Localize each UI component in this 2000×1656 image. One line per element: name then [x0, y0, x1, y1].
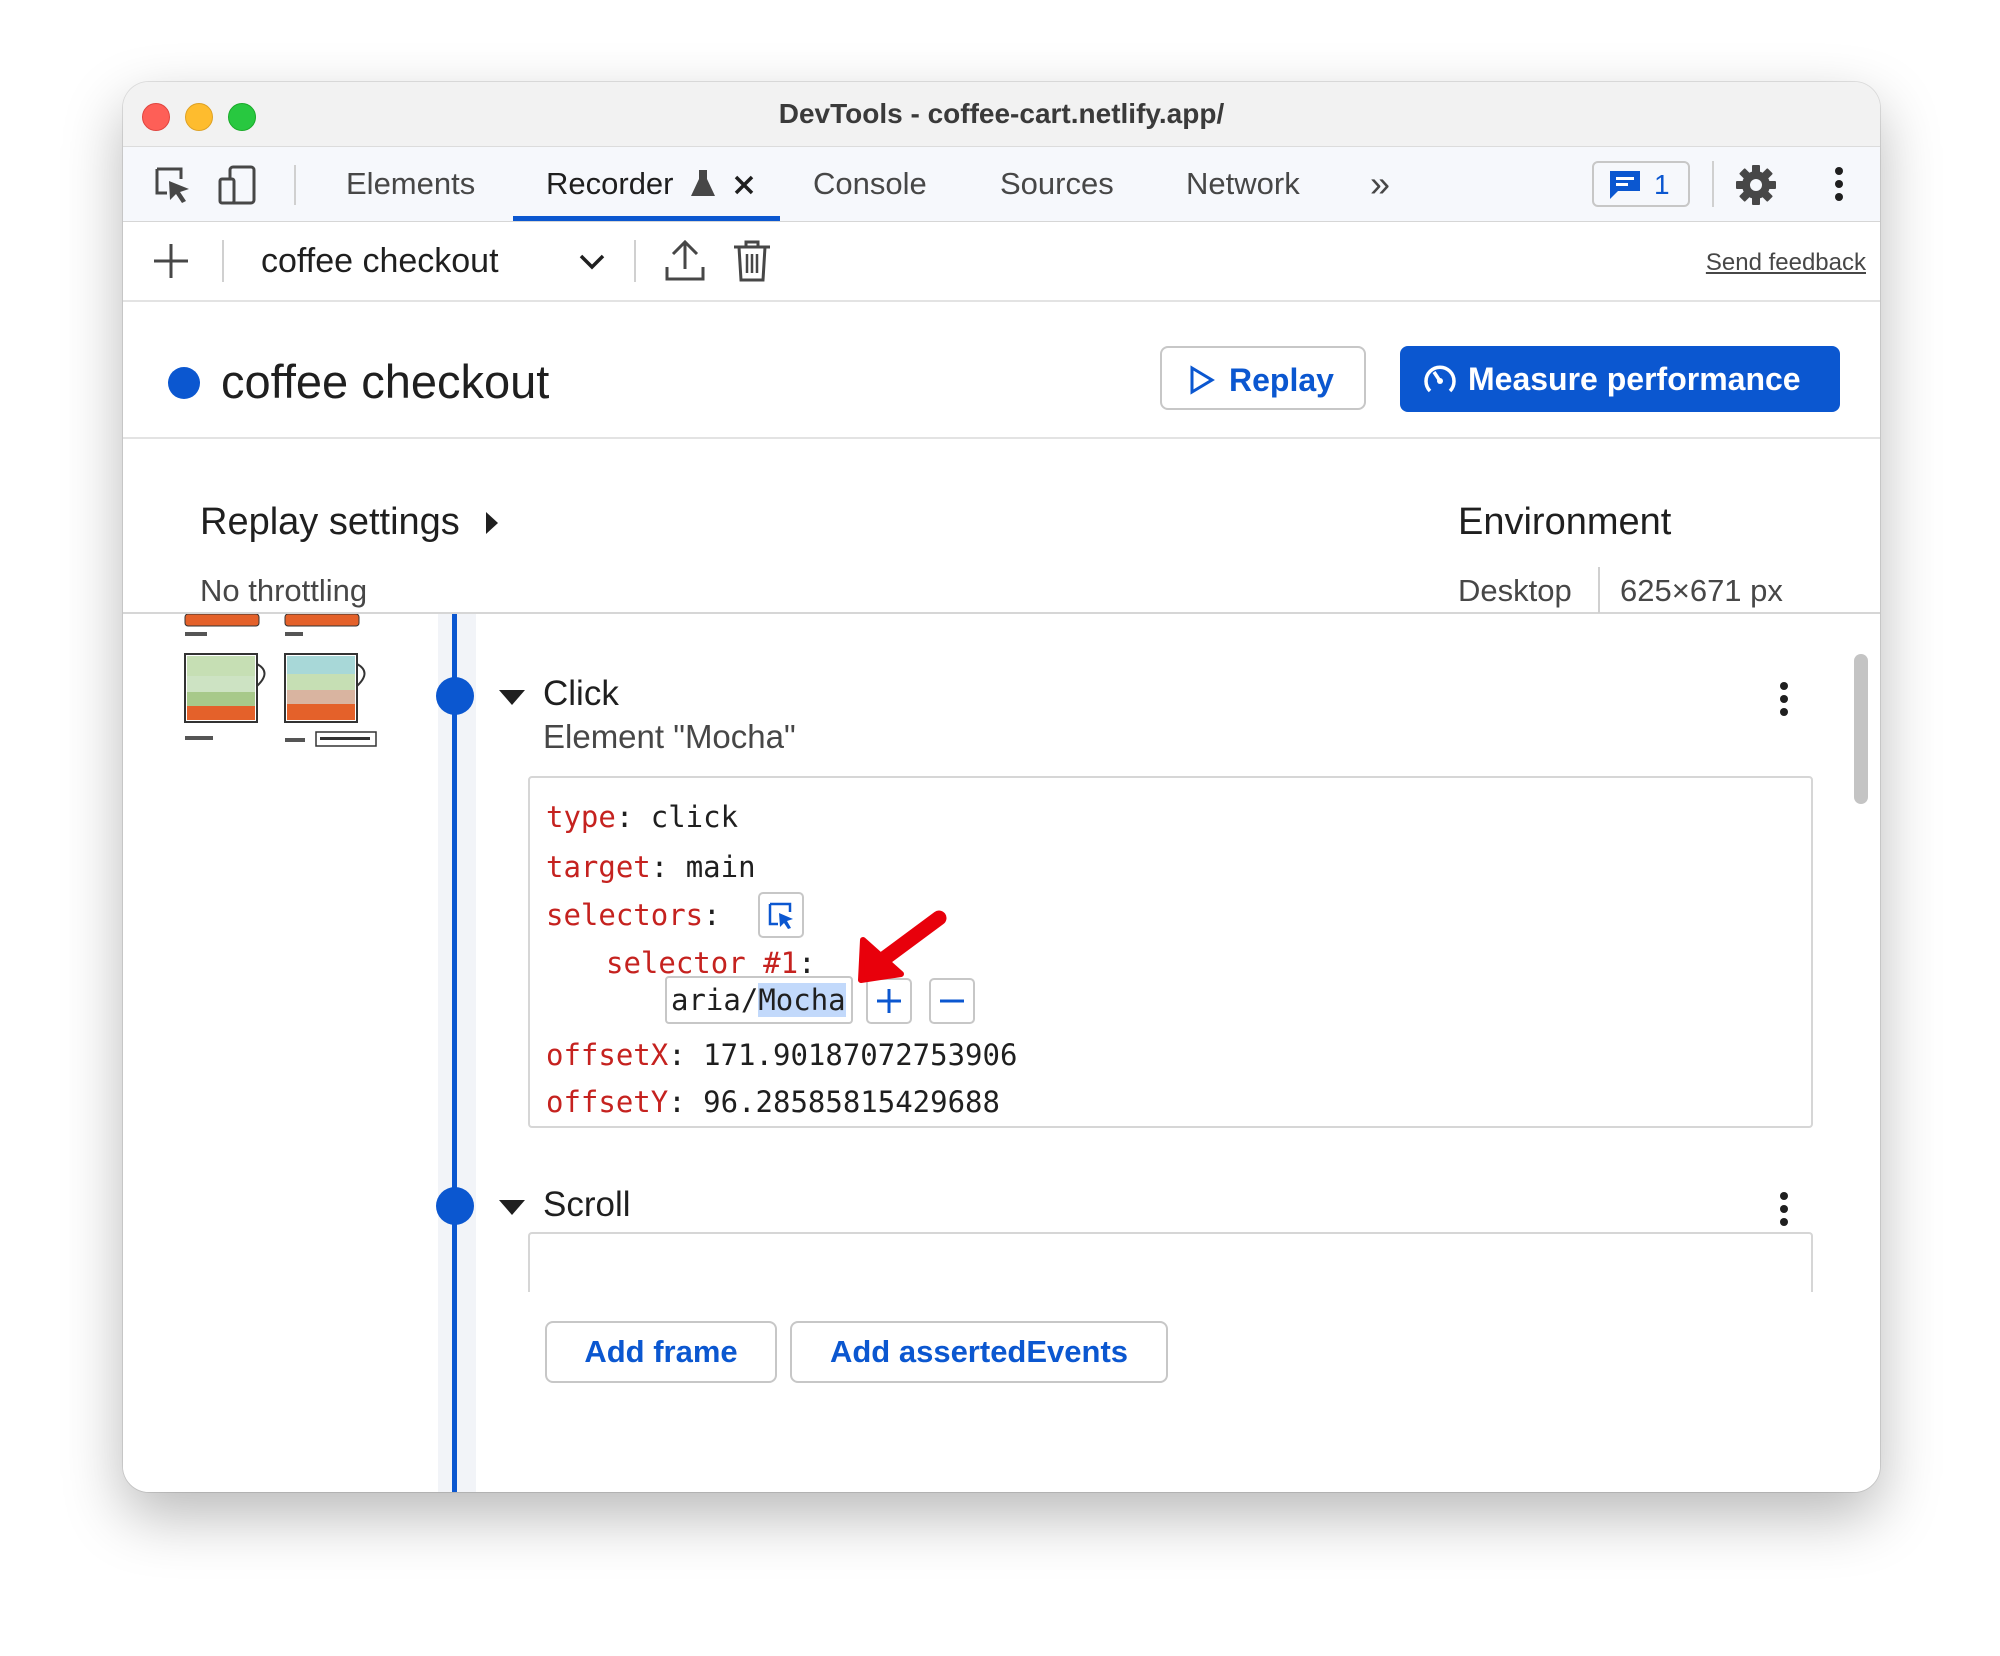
settings-gear-icon[interactable]: [1734, 163, 1778, 207]
step-node[interactable]: [436, 1187, 474, 1225]
tab-recorder-label: Recorder: [546, 166, 674, 201]
select-element-icon: [768, 902, 793, 929]
recording-status-dot: [168, 367, 200, 399]
environment-divider: [1598, 567, 1600, 613]
measure-performance-label: Measure performance: [1468, 361, 1801, 397]
replay-settings-title: Replay settings: [200, 501, 460, 543]
tab-network[interactable]: Network: [1186, 147, 1300, 221]
selector-input[interactable]: aria/Mocha: [665, 976, 853, 1024]
throttling-value: No throttling: [200, 573, 368, 608]
scrollbar-thumb[interactable]: [1854, 654, 1868, 804]
field-value[interactable]: click: [651, 800, 738, 834]
add-asserted-events-button[interactable]: Add assertedEvents: [790, 1321, 1168, 1383]
environment-device: Desktop: [1458, 573, 1572, 608]
close-tab-icon[interactable]: [733, 174, 755, 196]
replay-settings-section: Replay settings No throttling Environmen…: [123, 439, 1880, 614]
field-type[interactable]: type: click: [546, 800, 738, 834]
field-key: selector #1: [606, 946, 799, 980]
inspect-element-icon[interactable]: [151, 163, 195, 207]
selector-highlighted-text: Mocha: [758, 983, 846, 1017]
active-tab-indicator: [513, 216, 780, 221]
recording-header: coffee checkout Replay Measure performan…: [123, 302, 1880, 439]
measure-performance-button[interactable]: Measure performance: [1400, 346, 1840, 412]
field-target[interactable]: target: main: [546, 850, 756, 884]
performance-gauge-icon: [1424, 365, 1456, 393]
export-upload-icon[interactable]: [663, 239, 707, 283]
field-value[interactable]: main: [686, 850, 756, 884]
field-key: selectors: [546, 898, 704, 932]
device-toolbar-icon[interactable]: [216, 163, 260, 207]
issues-chat-icon: [1610, 171, 1640, 199]
step-title[interactable]: Scroll: [543, 1185, 631, 1225]
tab-recorder[interactable]: Recorder: [546, 147, 755, 221]
send-feedback-link[interactable]: Send feedback: [1706, 249, 1866, 277]
expand-triangle-icon: [486, 512, 499, 534]
recording-title[interactable]: coffee checkout: [221, 354, 549, 409]
tab-elements[interactable]: Elements: [346, 147, 475, 221]
step-node[interactable]: [436, 677, 474, 715]
environment-viewport: 625×671 px: [1620, 573, 1783, 608]
step-menu-icon[interactable]: [1780, 682, 1788, 721]
field-offsetx[interactable]: offsetX: 171.90187072753906: [546, 1038, 1017, 1072]
field-key: offsetY: [546, 1085, 669, 1119]
step-title[interactable]: Click: [543, 674, 619, 714]
toolbar-divider: [294, 165, 296, 205]
devtools-window: DevTools - coffee-cart.netlify.app/ Elem…: [123, 82, 1880, 1492]
recorder-toolbar: coffee checkout Send feedback: [123, 222, 1880, 302]
issues-count: 1: [1654, 169, 1670, 200]
tab-sources[interactable]: Sources: [1000, 147, 1114, 221]
environment-title: Environment: [1458, 501, 1672, 543]
recording-select-value: coffee checkout: [261, 242, 499, 280]
collapse-triangle-icon[interactable]: [499, 690, 525, 705]
step-details-editor: type: click target: main selectors: sele…: [528, 776, 1813, 1128]
replay-button[interactable]: Replay: [1160, 346, 1366, 410]
play-icon: [1190, 365, 1215, 395]
field-key: offsetX: [546, 1038, 669, 1072]
selector-text: aria/: [671, 983, 759, 1017]
steps-list: Click Element "Mocha" type: click target…: [123, 614, 1880, 1492]
toolbar-divider: [634, 240, 636, 282]
create-recording-plus-icon[interactable]: [151, 241, 191, 281]
delete-trash-icon[interactable]: [732, 239, 772, 283]
annotation-arrow-icon: [858, 910, 947, 983]
field-selector-1: selector #1:: [606, 946, 816, 980]
replay-settings-toggle[interactable]: Replay settings: [200, 501, 500, 544]
window-title: DevTools - coffee-cart.netlify.app/: [778, 98, 1225, 129]
step-subtitle: Element "Mocha": [543, 718, 796, 755]
title-bar: DevTools - coffee-cart.netlify.app/: [123, 82, 1880, 147]
tab-console[interactable]: Console: [813, 147, 927, 221]
field-value[interactable]: 96.28585815429688: [703, 1085, 1000, 1119]
timeline-line: [452, 614, 457, 1492]
field-offsety[interactable]: offsetY: 96.28585815429688: [546, 1085, 1000, 1119]
collapse-triangle-icon[interactable]: [499, 1200, 525, 1215]
toolbar-divider: [222, 240, 224, 282]
step-details-editor: [528, 1232, 1813, 1292]
timeline-track: [438, 614, 476, 1492]
field-key: type: [546, 800, 616, 834]
issues-button[interactable]: 1: [1592, 161, 1690, 207]
add-frame-button[interactable]: Add frame: [545, 1321, 777, 1383]
panel-tab-bar: Elements Recorder Console Sources Networ…: [123, 147, 1880, 222]
recording-select[interactable]: coffee checkout: [261, 242, 499, 281]
experiment-flask-icon: [691, 170, 716, 196]
more-tabs-button[interactable]: »: [1370, 147, 1390, 221]
field-key: target: [546, 850, 651, 884]
replay-button-label: Replay: [1229, 362, 1334, 398]
field-selectors: selectors:: [546, 898, 721, 932]
field-value[interactable]: 171.90187072753906: [703, 1038, 1017, 1072]
step-menu-icon[interactable]: [1780, 1192, 1788, 1231]
toolbar-divider: [1712, 161, 1714, 207]
step-screenshot-thumbnail[interactable]: [180, 614, 380, 754]
select-element-button[interactable]: [758, 892, 804, 938]
more-options-icon[interactable]: [1835, 167, 1843, 206]
chevron-down-icon[interactable]: [578, 252, 606, 272]
